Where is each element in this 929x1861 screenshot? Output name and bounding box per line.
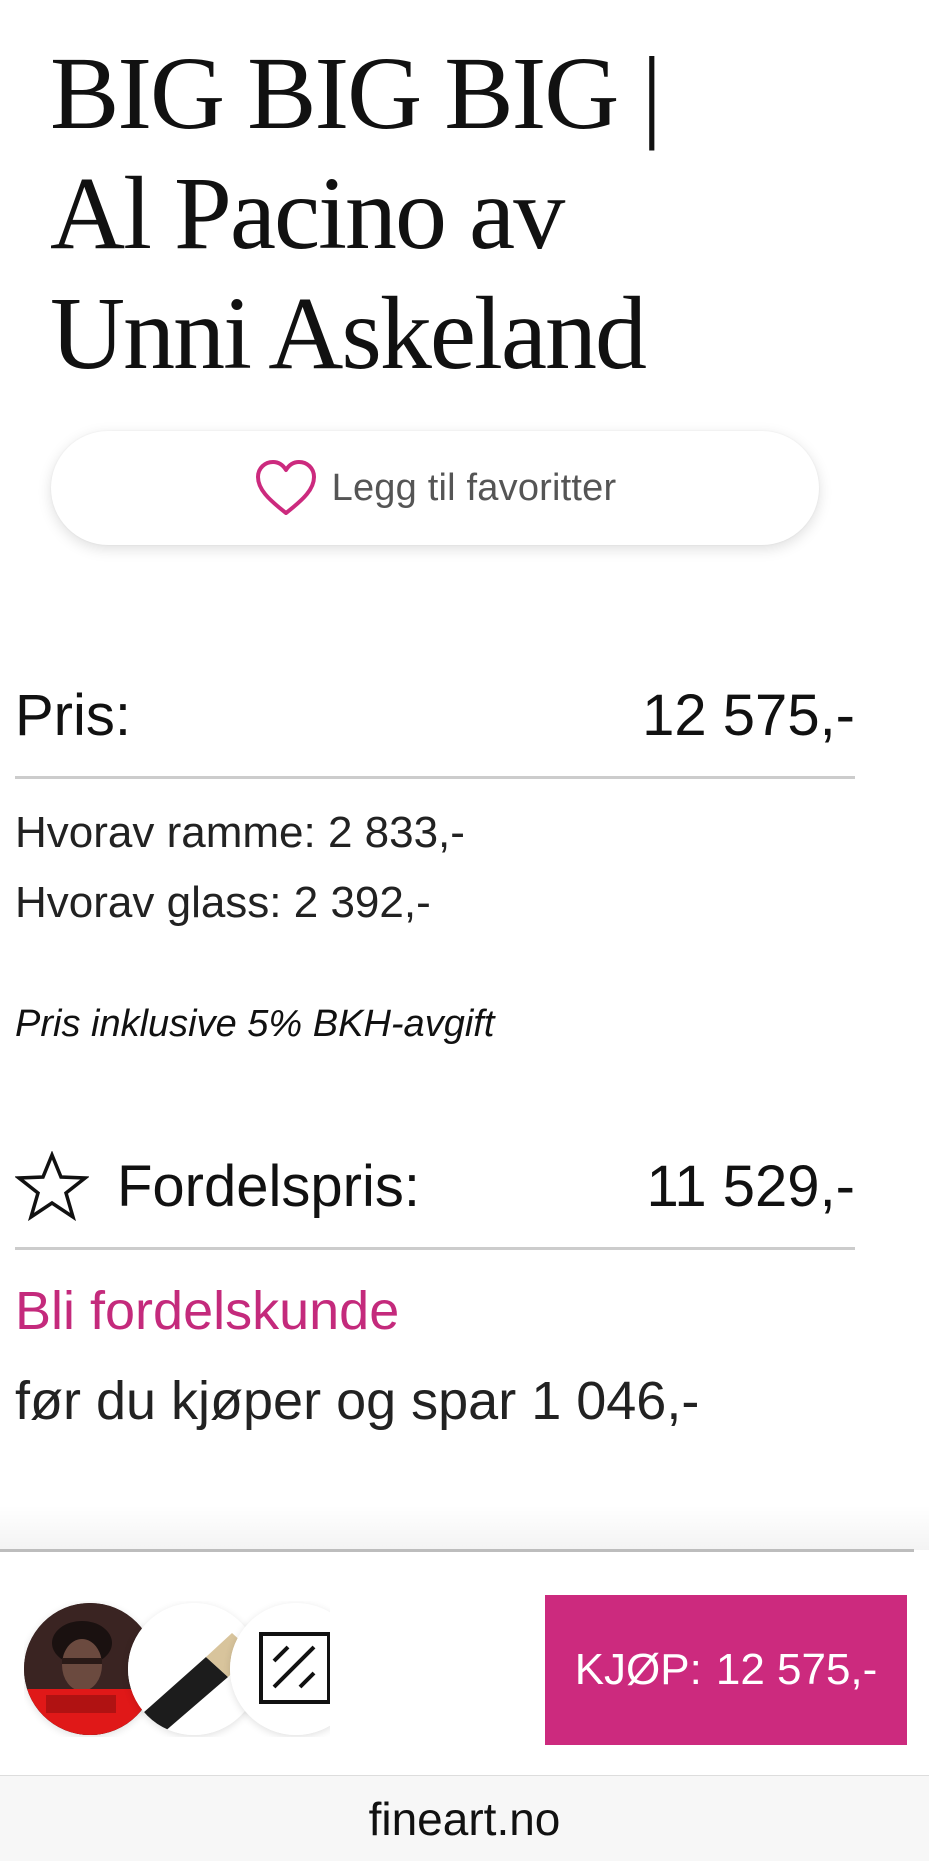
buy-button-label: KJØP: [574, 1645, 702, 1694]
advantage-divider [15, 1247, 855, 1250]
browser-address-bar[interactable]: fineart.no [0, 1775, 929, 1861]
product-title: BIG BIG BIG | Al Pacino av Unni Askeland [50, 36, 662, 391]
price-tax-note: Pris inklusive 5% BKH-avgift [15, 1003, 495, 1045]
become-member-link[interactable]: Bli fordelskunde [15, 1280, 399, 1342]
browser-url: fineart.no [368, 1792, 561, 1845]
price-row: Pris: 12 575,- [15, 678, 855, 752]
advantage-price-value: 11 529,- [646, 1153, 855, 1219]
buy-button[interactable]: KJØP: 12 575,- [545, 1595, 907, 1745]
variant-thumbnails [24, 1601, 330, 1737]
frame-price: Hvorav ramme: 2 833,- [15, 808, 465, 857]
bottom-bar-divider [0, 1549, 914, 1552]
star-icon [15, 1151, 89, 1221]
glass-thumbnail[interactable] [230, 1603, 330, 1735]
price-divider [15, 776, 855, 779]
glass-option-icon [230, 1603, 330, 1735]
glass-price: Hvorav glass: 2 392,- [15, 878, 431, 927]
heart-icon [255, 460, 316, 515]
bottom-bar-shadow [0, 1505, 929, 1555]
add-to-favorites-label: Legg til favoritter [331, 466, 617, 509]
price-value: 12 575,- [642, 682, 855, 748]
add-to-favorites-button[interactable]: Legg til favoritter [51, 431, 819, 545]
advantage-price-row: Fordelspris: 11 529,- [15, 1146, 855, 1226]
savings-text: før du kjøper og spar 1 046,- [15, 1371, 700, 1431]
advantage-price-label: Fordelspris: [117, 1153, 420, 1219]
buy-button-price: 12 575,- [715, 1645, 878, 1694]
price-label: Pris: [15, 682, 131, 748]
